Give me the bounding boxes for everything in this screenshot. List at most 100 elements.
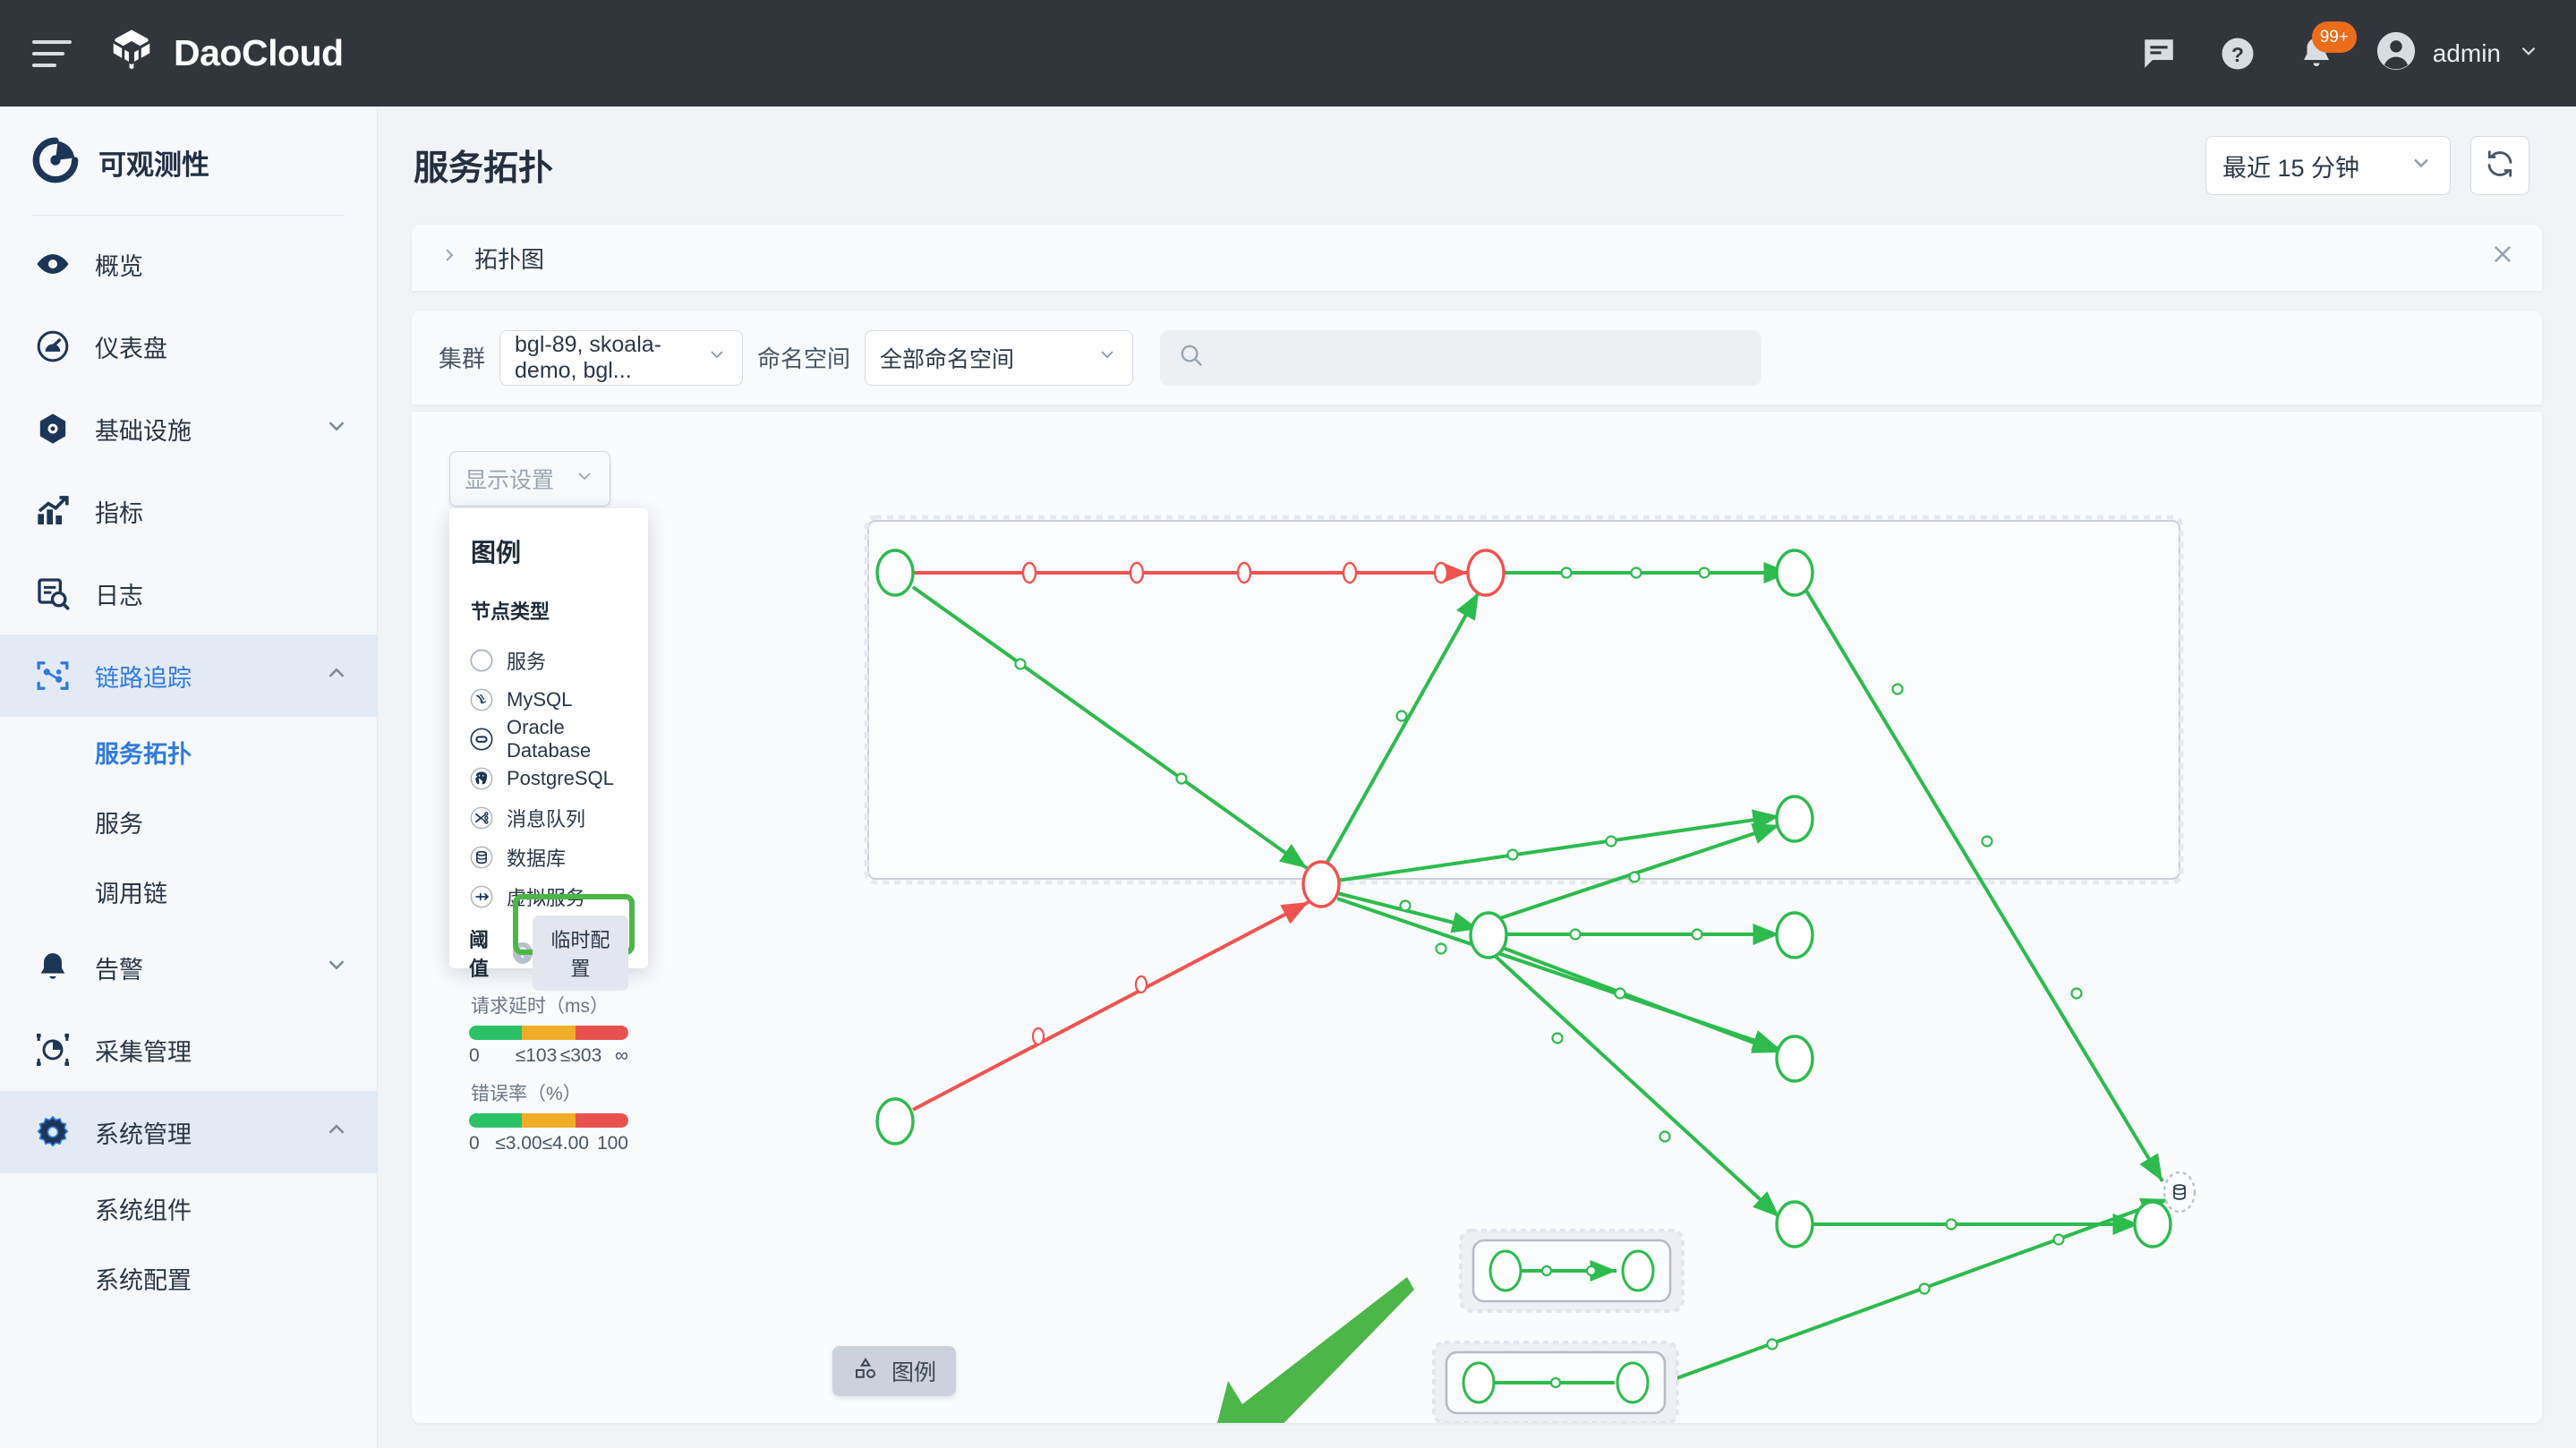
legend-item-mysql[interactable]: MySQL (469, 680, 628, 720)
topology-node-external (2164, 1172, 2195, 1212)
sidebar-item-label: 链路追踪 (95, 659, 192, 694)
sidebar-item-label: 基础设施 (95, 412, 192, 447)
topology-node (1303, 862, 1339, 907)
sidebar-item-tracing[interactable]: 链路追踪 (0, 635, 377, 717)
legend-item-label: 数据库 (507, 843, 566, 872)
circle-outline-icon (469, 648, 494, 673)
close-icon[interactable] (2490, 242, 2515, 274)
sidebar-item-collection[interactable]: 采集管理 (0, 1009, 377, 1091)
error-tick: 100 (589, 1133, 628, 1154)
sidebar-title-label: 可观测性 (98, 142, 209, 183)
log-search-icon (32, 575, 73, 611)
gauge-icon (32, 328, 73, 364)
latency-threshold-bar (469, 1026, 628, 1040)
help-icon[interactable]: ? (2218, 34, 2257, 73)
latency-bar-yellow (522, 1026, 575, 1040)
sidebar-item-services[interactable]: 服务 (0, 787, 377, 856)
page-header-actions: 最近 15 分钟 (2205, 136, 2529, 195)
legend-item-virtual-service[interactable]: 虚拟服务 (469, 877, 628, 916)
chevron-down-icon[interactable] (2517, 39, 2540, 67)
daocloud-logo-icon (107, 27, 156, 80)
question-icon[interactable]: ? (513, 942, 532, 964)
legend-item-oracle[interactable]: Oracle Database (469, 720, 628, 759)
topology-canvas[interactable]: 显示设置 图例 节点类型 服务 (412, 412, 2542, 1423)
namespace-select[interactable]: 全部命名空间 (865, 330, 1133, 386)
virtual-service-icon (469, 884, 494, 909)
postgresql-icon (469, 766, 494, 791)
chat-icon[interactable] (2139, 34, 2179, 73)
brand-name: DaoCloud (174, 32, 344, 74)
legend-item-message-queue[interactable]: 消息队列 (469, 798, 628, 838)
sidebar-item-call-chain[interactable]: 调用链 (0, 856, 377, 926)
legend-item-postgresql[interactable]: PostgreSQL (469, 759, 628, 798)
display-settings-select[interactable]: 显示设置 (449, 451, 610, 507)
observability-icon (32, 137, 79, 188)
chevron-up-icon[interactable] (323, 660, 350, 693)
hamburger-icon[interactable] (32, 40, 72, 67)
threshold-title: 阈值 (469, 924, 504, 982)
topology-node (1777, 550, 1813, 595)
display-settings-label: 显示设置 (465, 463, 554, 495)
refresh-button[interactable] (2470, 136, 2529, 195)
topology-node (877, 1099, 913, 1144)
time-range-value: 最近 15 分钟 (2222, 149, 2359, 183)
topology-node (1468, 550, 1504, 595)
sidebar-item-logs[interactable]: 日志 (0, 552, 377, 635)
legend-item-database[interactable]: 数据库 (469, 838, 628, 877)
page-header: 服务拓扑 最近 15 分钟 (378, 106, 2576, 225)
sidebar-item-alerts[interactable]: 告警 (0, 926, 377, 1009)
legend-toggle-button[interactable]: 图例 (832, 1346, 956, 1396)
cluster-select[interactable]: bgl-89, skoala-demo, bgl... (499, 330, 743, 386)
main-content: 服务拓扑 最近 15 分钟 拓扑图 (378, 106, 2576, 1448)
topology-node (1471, 913, 1506, 958)
node-type-heading: 节点类型 (471, 596, 628, 625)
sidebar-item-label: 指标 (95, 494, 143, 529)
sidebar-item-system-components[interactable]: 系统组件 (0, 1173, 377, 1243)
sidebar-item-label: 告警 (95, 950, 143, 985)
sidebar-item-system-management[interactable]: 系统管理 (0, 1091, 377, 1173)
sidebar-item-label: 采集管理 (95, 1033, 192, 1068)
legend-item-label: Oracle Database (507, 716, 628, 762)
brand-logo[interactable]: DaoCloud (107, 27, 344, 80)
chevron-down-icon (694, 344, 728, 371)
topology-subgroup (1434, 1342, 1677, 1423)
latency-tick: ∞ (603, 1045, 628, 1067)
topology-graph[interactable] (412, 412, 2542, 1423)
legend-item-label: 消息队列 (507, 804, 585, 832)
database-icon (469, 845, 494, 870)
sidebar-item-overview[interactable]: 概览 (0, 223, 377, 305)
cluster-select-value: bgl-89, skoala-demo, bgl... (515, 332, 694, 384)
sidebar-item-label: 概览 (95, 247, 143, 282)
legend-popup-title: 图例 (471, 533, 628, 569)
filter-bar: 集群 bgl-89, skoala-demo, bgl... 命名空间 全部命名… (412, 311, 2542, 405)
legend-item-label: 服务 (507, 646, 546, 675)
chevron-right-icon[interactable] (439, 244, 460, 272)
chevron-down-icon[interactable] (323, 951, 350, 984)
chevron-up-icon[interactable] (323, 1116, 350, 1149)
error-bar-green (469, 1113, 522, 1128)
refresh-icon (2484, 148, 2516, 184)
cube-icon (32, 411, 73, 447)
oracle-icon (469, 727, 494, 752)
time-range-select[interactable]: 最近 15 分钟 (2205, 136, 2451, 195)
latency-metric-label: 请求延时（ms） (471, 992, 628, 1018)
user-menu[interactable]: admin (2376, 30, 2540, 76)
temp-config-button[interactable]: 临时配置 (533, 916, 628, 991)
legend-item-service[interactable]: 服务 (469, 641, 628, 680)
bell-icon[interactable]: 99+ (2297, 34, 2336, 73)
sidebar-item-dashboard[interactable]: 仪表盘 (0, 305, 377, 388)
chevron-down-icon (574, 465, 595, 493)
search-input[interactable] (1160, 330, 1761, 386)
sidebar-item-service-topology[interactable]: 服务拓扑 (0, 717, 377, 787)
message-queue-icon (469, 805, 494, 830)
notification-badge: 99+ (2312, 21, 2357, 53)
sidebar-divider (32, 215, 345, 216)
sidebar-item-metrics[interactable]: 指标 (0, 470, 377, 552)
latency-tick: ≤303 (559, 1045, 603, 1067)
chevron-down-icon[interactable] (323, 413, 350, 446)
legend-item-label: 虚拟服务 (507, 882, 585, 911)
svg-text:?: ? (2231, 42, 2244, 65)
legend-item-label: PostgreSQL (507, 767, 614, 790)
sidebar-item-system-config[interactable]: 系统配置 (0, 1243, 377, 1313)
sidebar-item-infrastructure[interactable]: 基础设施 (0, 388, 377, 470)
